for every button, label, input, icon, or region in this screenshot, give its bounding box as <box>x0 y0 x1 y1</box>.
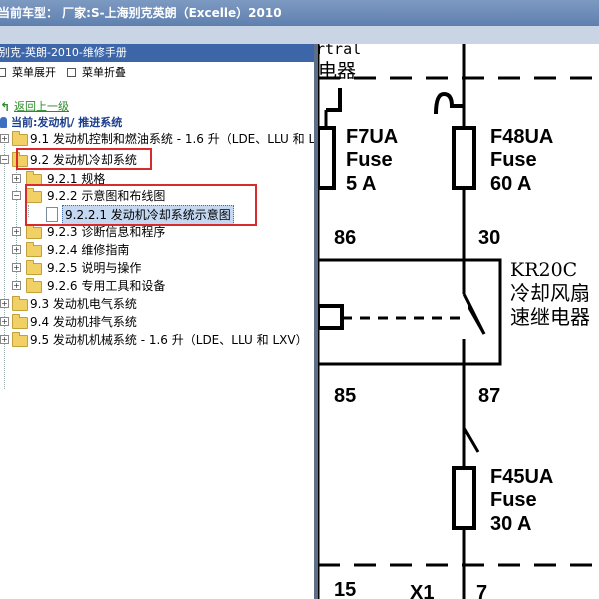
location-icon <box>0 117 7 128</box>
tree-item-9-3[interactable]: + 9.3 发动机电气系统 <box>0 295 314 313</box>
back-link[interactable]: 返回上一级 <box>14 99 69 115</box>
folder-icon <box>26 242 42 257</box>
fuse-f48ua-symbol <box>452 126 476 190</box>
tree-item-9-4[interactable]: + 9.4 发动机排气系统 <box>0 313 314 331</box>
tree-item-9-5[interactable]: + 9.5 发动机机械系统 - 1.6 升（LDE、LLU 和 LXV） <box>0 331 314 349</box>
panel-header: 别克-英朗-2010-维修手册 <box>0 44 314 62</box>
expand-toggle-icon[interactable]: + <box>12 227 21 236</box>
window-title: 当前车型： 厂家:S-上海别克英朗（Excelle）2010 <box>0 6 282 20</box>
relay-coil <box>318 304 344 330</box>
relay-desc-1: 冷却风扇 <box>510 281 590 305</box>
folder-icon <box>26 260 42 275</box>
wire <box>462 414 480 453</box>
tree-item-9-2-4[interactable]: + 9.2.4 维修指南 <box>0 241 314 259</box>
terminal-15: 15 <box>334 579 356 599</box>
tree-item-9-1[interactable]: + 9.1 发动机控制和燃油系统 - 1.6 升（LDE、LLU 和 LXV） <box>0 130 344 148</box>
expand-toggle-icon[interactable]: + <box>12 263 21 272</box>
terminal-85: 85 <box>334 385 356 407</box>
wiring-diagram: rtral 电器 F7UA Fuse 5 A F48UA Fuse 60 A 8… <box>318 44 599 599</box>
navigation-panel: 别克-英朗-2010-维修手册 菜单展开 菜单折叠 ↰ 返回上一级 当前:发动机… <box>0 44 344 599</box>
back-arrow-icon: ↰ <box>0 100 11 114</box>
expand-toggle-icon[interactable]: + <box>0 299 9 308</box>
window-title-bar: 当前车型： 厂家:S-上海别克英朗（Excelle）2010 <box>0 0 599 26</box>
terminal-86: 86 <box>334 227 356 249</box>
collapse-toggle-icon[interactable]: − <box>0 155 9 164</box>
connector-hook <box>326 88 342 112</box>
current-location-label: 当前:发动机/ 推进系统 <box>11 116 123 129</box>
folder-icon <box>12 131 28 146</box>
tree-item-9-2-6[interactable]: + 9.2.6 专用工具和设备 <box>0 277 314 295</box>
highlight-box-9-2-2 <box>25 184 257 226</box>
folder-icon <box>12 332 28 347</box>
connector-hook <box>434 91 464 115</box>
folder-icon <box>12 296 28 311</box>
terminal-7: 7 <box>476 582 487 599</box>
folder-icon <box>12 314 28 329</box>
expand-toggle-icon[interactable]: + <box>0 335 9 344</box>
fuse-f45ua-symbol <box>452 466 476 530</box>
tree-toolbar: 菜单展开 菜单折叠 <box>0 64 314 82</box>
terminal-30: 30 <box>478 227 500 249</box>
collapse-menu-button[interactable]: 菜单折叠 <box>67 64 126 82</box>
fuse-f45ua-rating: 30 A <box>490 513 532 535</box>
highlight-box-9-2 <box>16 148 152 170</box>
panel-header-title: 别克-英朗-2010-维修手册 <box>0 46 127 59</box>
fuse-f7ua-type: Fuse <box>346 149 393 171</box>
expand-icon <box>0 67 6 77</box>
collapse-toggle-icon[interactable]: − <box>12 191 21 200</box>
tree-item-9-2-5[interactable]: + 9.2.5 说明与操作 <box>0 259 314 277</box>
terminal-87: 87 <box>478 385 500 407</box>
fuse-f7ua-name: F7UA <box>346 126 398 148</box>
relay-name: KR20C <box>510 259 577 281</box>
fuse-f45ua-name: F45UA <box>490 466 553 488</box>
fuse-f7ua-symbol <box>318 126 336 190</box>
fuse-f7ua-rating: 5 A <box>346 173 376 195</box>
expand-toggle-icon[interactable]: + <box>12 281 21 290</box>
expand-toggle-icon[interactable]: + <box>12 174 21 183</box>
fuse-f48ua-type: Fuse <box>490 149 537 171</box>
expand-menu-button[interactable]: 菜单展开 <box>0 64 56 82</box>
folder-icon <box>26 224 42 239</box>
folder-icon <box>26 278 42 293</box>
expand-toggle-icon[interactable]: + <box>0 134 9 143</box>
fuse-f48ua-name: F48UA <box>490 126 553 148</box>
collapse-icon <box>67 67 76 77</box>
connector-x1: X1 <box>410 582 434 599</box>
fuse-f45ua-type: Fuse <box>490 489 537 511</box>
window-menu-strip <box>0 26 599 44</box>
diagram-header-text: rtral <box>318 44 361 58</box>
relay-desc-2: 速继电器 <box>510 305 590 329</box>
expand-toggle-icon[interactable]: + <box>0 317 9 326</box>
fuse-f48ua-rating: 60 A <box>490 173 532 195</box>
expand-toggle-icon[interactable]: + <box>12 245 21 254</box>
